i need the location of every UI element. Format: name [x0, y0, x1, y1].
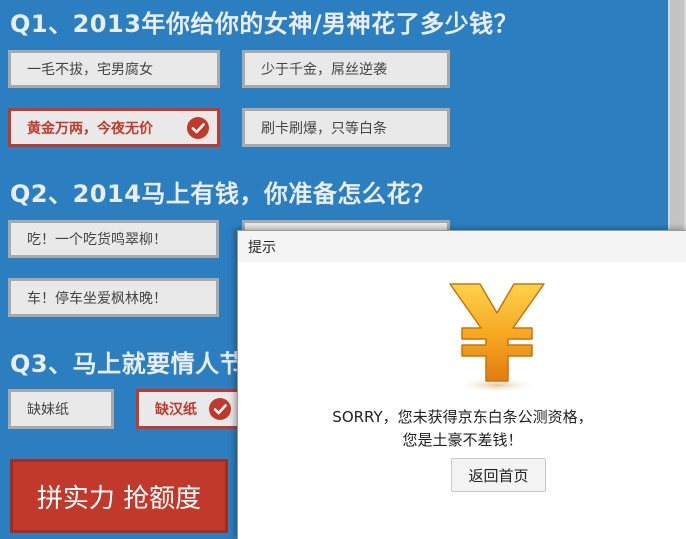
- q3-option-2-selected[interactable]: 缺汉纸: [136, 389, 246, 429]
- q3-option-1[interactable]: 缺妹纸: [8, 389, 114, 429]
- q1-option-4[interactable]: 刷卡刷爆，只等白条: [242, 108, 450, 147]
- check-icon: [209, 398, 231, 420]
- back-home-button[interactable]: 返回首页: [451, 458, 546, 492]
- dialog-message-line2: 您是土豪不差钱！: [402, 431, 523, 449]
- q3-option-2-label: 缺汉纸: [155, 402, 197, 418]
- dialog-header: 提示: [238, 231, 686, 262]
- q1-option-1-label: 一毛不拔，宅男腐女: [27, 62, 153, 78]
- check-icon: [187, 116, 209, 139]
- question-3-title: Q3、马上就要情人节: [10, 350, 245, 378]
- scrollbar-thumb[interactable]: [670, 0, 684, 230]
- question-2-title: Q2、2014马上有钱，你准备怎么花？: [10, 180, 436, 208]
- q1-option-1[interactable]: 一毛不拔，宅男腐女: [8, 50, 220, 88]
- q2-option-3[interactable]: 车！停车坐爱枫林晚！: [8, 278, 219, 317]
- q1-option-2[interactable]: 少于千金，屌丝逆袭: [242, 50, 450, 88]
- yen-icon: [449, 283, 545, 393]
- q3-option-1-label: 缺妹纸: [27, 402, 69, 418]
- q1-option-4-label: 刷卡刷爆，只等白条: [261, 120, 387, 137]
- q1-option-2-label: 少于千金，屌丝逆袭: [261, 62, 387, 78]
- q1-option-3-selected[interactable]: 黄金万两，今夜无价: [8, 108, 220, 147]
- q2-option-3-label: 车！停车坐爱枫林晚！: [27, 290, 167, 307]
- alert-dialog: 提示 SORRY，您未获得京东白条公测资格， 您是土豪不差钱！ 返回首页: [237, 230, 686, 539]
- question-1-title: Q1、2013年你给你的女神/男神花了多少钱？: [10, 10, 519, 38]
- q2-option-1[interactable]: 吃！一个吃货鸣翠柳！: [8, 220, 219, 258]
- q2-option-1-label: 吃！一个吃货鸣翠柳！: [27, 232, 167, 248]
- dialog-message-line1: SORRY，您未获得京东白条公测资格，: [332, 408, 593, 426]
- dialog-title: 提示: [248, 239, 276, 256]
- submit-button[interactable]: 拼实力 抢额度: [10, 459, 228, 533]
- q1-option-3-label: 黄金万两，今夜无价: [27, 120, 153, 137]
